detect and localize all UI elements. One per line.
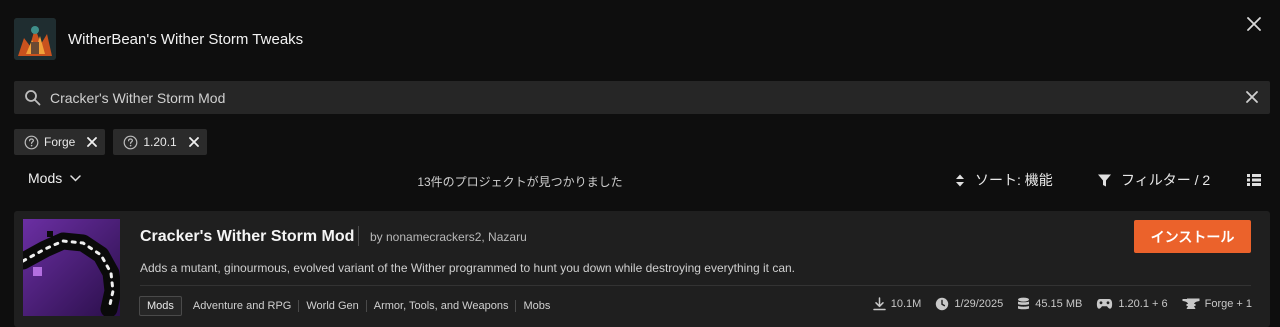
loaders: Forge + 1: [1204, 298, 1252, 310]
stat-game-versions: 1.20.1 + 6: [1096, 298, 1168, 310]
help-icon[interactable]: [24, 135, 39, 150]
sort-label: ソート: 機能: [975, 172, 1053, 188]
download-count: 10.1M: [890, 298, 922, 310]
tag-separator: [298, 299, 300, 312]
filter-button[interactable]: フィルター / 2: [1097, 170, 1210, 190]
remove-filter-icon[interactable]: [188, 137, 199, 147]
project-stats: 10.1M 1/29/2025 45.15 MB 1.20.1 + 6 Forg…: [873, 297, 1252, 311]
filter-label: フィルター / 2: [1121, 172, 1211, 188]
install-button[interactable]: インストール: [1134, 220, 1251, 253]
result-count: 13件のプロジェクトが見つかりました: [417, 175, 623, 189]
tag-item[interactable]: Mobs: [523, 300, 550, 312]
file-size: 45.15 MB: [1035, 298, 1083, 310]
updated-date: 1/29/2025: [954, 298, 1004, 310]
search-bar: [14, 81, 1270, 114]
filter-chip-label: Forge: [44, 135, 76, 149]
database-icon: [1018, 297, 1030, 310]
stat-updated: 1/29/2025: [935, 297, 1003, 311]
game-versions: 1.20.1 + 6: [1118, 298, 1168, 310]
clear-search-icon[interactable]: [1244, 89, 1260, 105]
tag-separator: [365, 299, 367, 312]
project-authors[interactable]: by nonamecrackers2, Nazaru: [370, 230, 527, 244]
project-thumbnail: [23, 219, 120, 316]
sort-icon: [956, 174, 964, 186]
search-icon: [25, 90, 41, 106]
profile-icon: [14, 18, 56, 60]
list-view-icon[interactable]: [1246, 172, 1262, 188]
stat-size: 45.15 MB: [1017, 297, 1082, 311]
close-button[interactable]: [1242, 12, 1266, 36]
sort-dropdown[interactable]: ソート: 機能: [955, 170, 1053, 190]
tag-primary[interactable]: Mods: [139, 295, 182, 316]
help-icon[interactable]: [123, 135, 138, 150]
title-divider: [358, 226, 359, 246]
download-icon: [873, 297, 886, 311]
project-tags: Mods Adventure and RPG World Gen Armor, …: [139, 295, 550, 316]
filter-chip-label: 1.20.1: [143, 135, 177, 149]
project-description: Adds a mutant, ginourmous, evolved varia…: [140, 261, 796, 275]
filter-icon: [1098, 174, 1111, 186]
tag-separator: [515, 299, 517, 312]
anvil-icon: [1182, 298, 1200, 309]
project-title[interactable]: Cracker's Wither Storm Mod: [140, 228, 354, 246]
gamepad-icon: [1097, 299, 1113, 309]
project-card[interactable]: Cracker's Wither Storm Mod by nonamecrac…: [14, 211, 1270, 327]
stat-loaders: Forge + 1: [1182, 298, 1252, 310]
tag-item[interactable]: Adventure and RPG: [193, 300, 291, 312]
stat-downloads: 10.1M: [873, 297, 922, 311]
active-filters: Forge 1.20.1: [14, 129, 207, 155]
modal-header: WitherBean's Wither Storm Tweaks: [0, 0, 1280, 80]
filter-chip-version: 1.20.1: [113, 129, 207, 155]
remove-filter-icon[interactable]: [87, 137, 98, 147]
divider: [140, 285, 1251, 286]
tag-item[interactable]: World Gen: [306, 300, 358, 312]
clock-icon: [936, 297, 949, 311]
profile-title: WitherBean's Wither Storm Tweaks: [68, 31, 304, 48]
tag-item[interactable]: Armor, Tools, and Weapons: [374, 300, 509, 312]
results-toolbar: Mods 13件のプロジェクトが見つかりました ソート: 機能 フィルター / …: [0, 165, 1280, 195]
filter-chip-loader: Forge: [14, 129, 106, 155]
search-input[interactable]: [50, 81, 1230, 114]
close-icon: [1247, 17, 1261, 31]
